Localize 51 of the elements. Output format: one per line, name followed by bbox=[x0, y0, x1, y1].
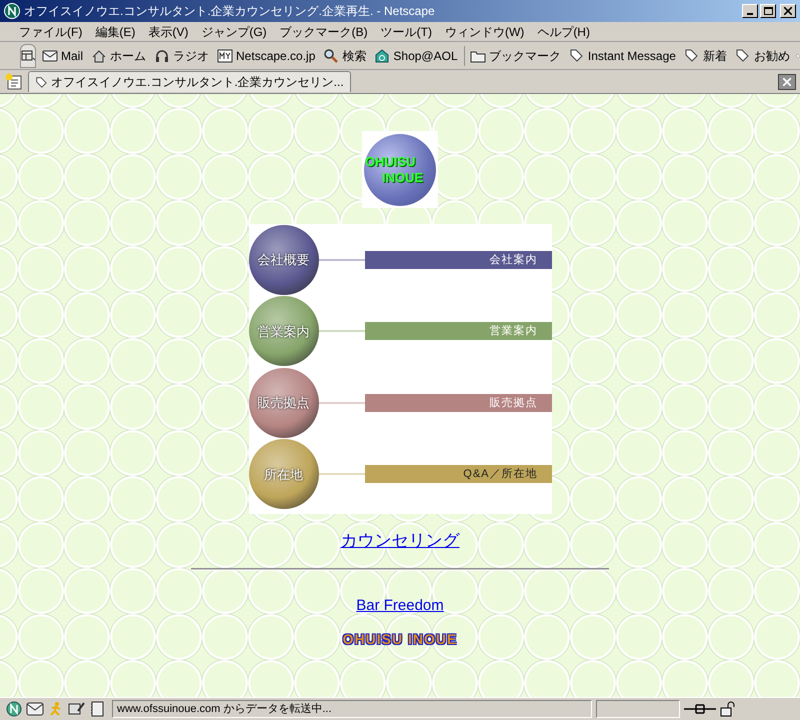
address-book-icon[interactable] bbox=[90, 701, 104, 717]
composer-icon[interactable] bbox=[68, 701, 86, 717]
connection-plug-icon bbox=[684, 703, 716, 715]
menu-item[interactable]: ファイル(F) bbox=[14, 22, 88, 40]
toolbar-button[interactable]: Shop@AOL bbox=[374, 46, 458, 64]
bar-freedom-link[interactable]: Bar Freedom bbox=[356, 594, 444, 617]
mail-icon bbox=[42, 48, 58, 64]
new-tab-icon[interactable] bbox=[4, 72, 24, 90]
toolbar-button[interactable]: ホーム bbox=[91, 46, 146, 64]
footer-logo-text: OHUISU INOUE bbox=[342, 630, 458, 649]
close-icon bbox=[784, 7, 792, 15]
menu-item[interactable]: 編集(E) bbox=[90, 22, 140, 40]
headphones-icon bbox=[154, 48, 170, 64]
close-button[interactable] bbox=[780, 4, 796, 18]
counseling-link[interactable]: カウンセリング bbox=[340, 528, 460, 554]
toolbar-button[interactable]: 検索 bbox=[323, 46, 366, 64]
nav-bar-link[interactable]: 会社案内 bbox=[364, 250, 552, 269]
close-tab-button[interactable] bbox=[778, 74, 796, 90]
menu-item[interactable]: ヘルプ(H) bbox=[532, 22, 595, 40]
toolbar-button[interactable]: お勧め bbox=[734, 46, 790, 64]
window-title: オフイスイノウエ.コンサルタント.企業カウンセリング.企業再生. - Netscape bbox=[24, 3, 436, 20]
sidebar-toggle-button[interactable] bbox=[20, 44, 36, 68]
menu-item[interactable]: ジャンプ(G) bbox=[196, 22, 272, 40]
my-badge-icon bbox=[217, 48, 234, 64]
status-text: www.ofssuinoue.com からデータを転送中... bbox=[112, 700, 592, 718]
logo-text: OHUISU bbox=[364, 154, 417, 170]
nav-bar-link[interactable]: Q&A／所在地 bbox=[364, 465, 552, 484]
netscape-logo-icon bbox=[4, 3, 20, 19]
house-icon bbox=[91, 48, 108, 64]
menu-item[interactable]: ウィンドウ(W) bbox=[440, 22, 530, 40]
toolbar-button[interactable]: Instant Message bbox=[568, 46, 676, 64]
netscape-logo-icon[interactable] bbox=[6, 701, 22, 717]
sidebar-icon bbox=[21, 50, 35, 62]
toolbar-button[interactable]: Mail bbox=[42, 46, 84, 64]
toolbar-button[interactable]: ブックマーク bbox=[470, 46, 561, 64]
shop-icon bbox=[374, 48, 390, 64]
toolbar-button[interactable]: 新着 bbox=[684, 46, 727, 64]
unlocked-padlock-icon bbox=[720, 701, 736, 717]
browser-tab[interactable]: オフイスイノウエ.コンサルタント.企業カウンセリン... bbox=[28, 71, 351, 92]
close-icon bbox=[783, 78, 791, 86]
maximize-button[interactable] bbox=[760, 4, 776, 18]
toolbar-button[interactable]: ラジオ bbox=[154, 46, 210, 64]
logo-text: INOUE bbox=[381, 170, 424, 186]
nav-circle-link[interactable]: 会社概要 bbox=[248, 224, 318, 295]
menu-item[interactable]: 表示(V) bbox=[143, 22, 194, 40]
toolbar-button[interactable]: Netscape.co.jp bbox=[217, 46, 316, 64]
search-icon bbox=[323, 48, 340, 64]
mail-icon[interactable] bbox=[26, 702, 44, 716]
menu-item[interactable]: ツール(T) bbox=[376, 22, 437, 40]
menu-item[interactable]: ブックマーク(B) bbox=[274, 22, 373, 40]
minimize-button[interactable] bbox=[742, 4, 758, 18]
